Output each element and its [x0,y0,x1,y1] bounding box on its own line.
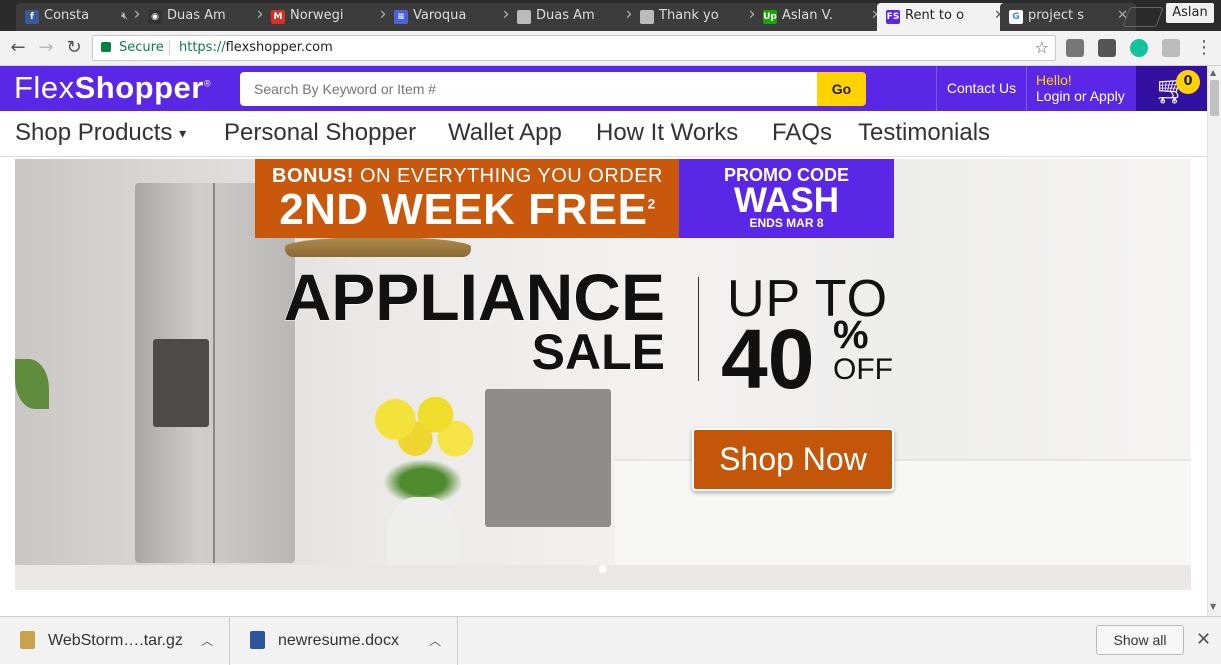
back-arrow-icon[interactable]: ← [6,36,30,60]
omnibox-divider [169,41,170,55]
flexshopper-icon: FS [886,10,900,24]
oven-image [485,389,611,527]
nav-shop-products[interactable]: Shop Products ▾ [15,119,186,147]
extension-tab-icon[interactable] [1098,39,1116,57]
chevron-up-icon[interactable]: ︿ [429,617,441,665]
browser-tab[interactable]: Duas Am✕ [508,3,644,31]
nav-personal-shopper[interactable]: Personal Shopper [224,119,416,147]
plant-leaf-image [15,359,49,409]
promo-ends: ENDS MAR 8 [749,216,824,230]
tab-title: Duas Am [536,8,595,23]
fridge-door-split [213,183,215,563]
new-tab-button[interactable] [1122,7,1164,27]
browser-tab[interactable]: Gproject s ✕ [1000,3,1136,31]
discount-percent: 40 [721,312,815,406]
flexshopper-logo[interactable]: FlexShopper® [14,70,211,106]
browser-tab[interactable]: ≡Varoqua✕ [385,3,521,31]
scroll-down-icon[interactable]: ▼ [1210,602,1216,611]
sale-title-line1: APPLIANCE [283,260,665,334]
tab-title: Rent to o [905,8,965,23]
tab-title: project s [1028,8,1085,23]
show-all-button[interactable]: Show all [1096,625,1184,655]
upwork-icon: Up [763,10,777,24]
chevron-down-icon: ▾ [179,125,187,142]
browser-tab[interactable]: UpAslan V.✕ [754,3,890,31]
browser-tab[interactable]: ◉Duas Am✕ [139,3,275,31]
extension-generic-icon[interactable] [1162,39,1180,57]
sale-title-line2: SALE [531,324,665,380]
second-week-free: 2ND WEEK FREE2 [279,185,656,234]
sale-divider [698,277,699,381]
search-go-button[interactable]: Go [817,72,866,106]
shop-now-button[interactable]: Shop Now [692,428,894,491]
search-input[interactable] [240,72,818,106]
facebook-icon: f [25,10,39,24]
download-item[interactable]: newresume.docx ︿ [230,617,458,665]
download-name: WebStorm….tar.gz [48,632,183,649]
chevron-up-icon[interactable]: ︿ [201,617,213,665]
muted-icon[interactable]: 🔇︎ [121,3,128,29]
nav-how-it-works[interactable]: How It Works [596,119,738,147]
pendant-lamp-image [285,237,471,257]
grammarly-icon[interactable] [1130,39,1148,57]
off-label: OFF [833,353,893,386]
docs-icon: ≡ [394,10,408,24]
browser-tab[interactable]: fConsta🔇︎✕ [16,3,152,31]
github-icon: ◉ [148,10,162,24]
profile-button[interactable]: Aslan [1166,3,1214,23]
tab-title: Duas Am [167,8,226,23]
cart-button[interactable]: 🛒︎ 0 [1136,66,1207,111]
document-icon [517,10,531,24]
browser-menu-icon[interactable]: ⋮ [1192,36,1216,60]
tab-title: Aslan V. [782,8,833,23]
tab-title: Consta [44,8,90,23]
page-scrollbar[interactable]: ▲ ▼ [1207,66,1221,616]
site-header: FlexShopper® Go Contact Us Hello! Login … [0,66,1207,111]
carousel-indicator[interactable] [599,565,607,573]
download-item[interactable]: WebStorm….tar.gz ︿ [0,617,230,665]
nav-wallet-app[interactable]: Wallet App [448,119,562,147]
scrollbar-thumb[interactable] [1210,80,1219,116]
promo-code-banner: PROMO CODE WASH ENDS MAR 8 [679,159,894,238]
address-bar[interactable]: Secure https://flexshopper.com ☆ [92,35,1056,61]
browser-tab[interactable]: MNorwegi✕ [262,3,398,31]
browser-tab-strip: fConsta🔇︎✕◉Duas Am✕MNorwegi✕≡Varoqua✕Dua… [0,0,1221,31]
tab-title: Thank yo [659,8,719,23]
hero-banner[interactable]: BONUS! ON EVERYTHING YOU ORDER 2ND WEEK … [15,159,1191,590]
percent-sign: % [833,313,869,357]
browser-tab[interactable]: Thank yo✕ [631,3,767,31]
gmail-icon: M [271,10,285,24]
tab-title: Norwegi [290,8,344,23]
tab-title: Varoqua [413,8,467,23]
cart-count-badge: 0 [1176,70,1200,94]
archive-icon [20,631,35,649]
browser-toolbar: ← → ↻ Secure https://flexshopper.com ☆ ⋮ [0,31,1221,66]
login-label: Login or Apply [1036,88,1125,104]
bookmark-star-icon[interactable]: ☆ [1035,36,1049,60]
hello-label: Hello! [1036,72,1072,88]
google-icon: G [1009,10,1023,24]
secure-label: Secure [119,40,164,55]
close-icon[interactable]: ✕ [1196,629,1211,650]
login-apply-link[interactable]: Hello! Login or Apply [1026,66,1136,111]
contact-us-link[interactable]: Contact Us [936,66,1026,111]
url-text[interactable]: https://flexshopper.com [179,36,333,60]
lock-icon [101,42,111,52]
nav-testimonials[interactable]: Testimonials [858,119,990,147]
forward-arrow-icon[interactable]: → [34,36,58,60]
promo-bonus-banner: BONUS! ON EVERYTHING YOU ORDER 2ND WEEK … [255,159,680,238]
browser-tab[interactable]: FSRent to o✕ [877,3,1013,31]
document-icon [640,10,654,24]
word-doc-icon [250,631,265,649]
reload-icon[interactable]: ↻ [62,36,86,60]
promo-code: WASH [734,181,839,220]
download-name: newresume.docx [278,632,399,649]
scroll-up-icon[interactable]: ▲ [1210,68,1216,77]
downloads-bar: WebStorm….tar.gz ︿ newresume.docx ︿ Show… [0,616,1221,665]
sale-title: APPLIANCE SALE [255,260,665,380]
nav-faqs[interactable]: FAQs [772,119,832,147]
main-navigation: Shop Products ▾ Personal Shopper Wallet … [0,111,1207,157]
extension-check-icon[interactable] [1066,39,1084,57]
fridge-dispenser [153,339,209,427]
